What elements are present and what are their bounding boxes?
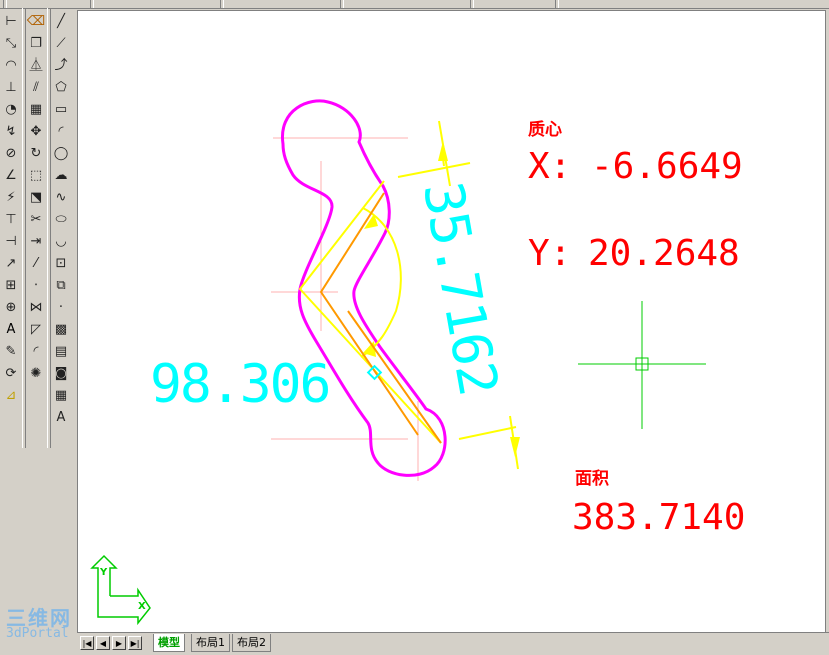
- spline-icon[interactable]: ∿: [51, 187, 71, 207]
- dim-diameter-icon[interactable]: ⊘: [1, 143, 21, 163]
- dim-jogged-icon[interactable]: ↯: [1, 121, 21, 141]
- modify-toolbar: ⌫ ❐ ⏅ ⫽ ▦ ✥ ↻ ⬚ ⬔ ✂ ⇥ ⁄ ⋅ ⋈ ◸ ◜ ✺: [25, 10, 47, 385]
- array-icon[interactable]: ▦: [26, 99, 46, 119]
- tab-model[interactable]: 模型: [153, 634, 185, 652]
- extend-icon[interactable]: ⇥: [26, 231, 46, 251]
- line-icon[interactable]: ╱: [51, 11, 71, 31]
- centroid-y-value: 20.2648: [588, 233, 740, 274]
- point-icon[interactable]: ·: [51, 297, 71, 317]
- break-icon[interactable]: ⁄: [26, 253, 46, 273]
- ellipse-icon[interactable]: ⬭: [51, 209, 71, 229]
- area-value: 383.7140: [572, 497, 746, 538]
- join-icon[interactable]: ⋈: [26, 297, 46, 317]
- dim-baseline-icon[interactable]: ⊤: [1, 209, 21, 229]
- ext-line: [458, 426, 517, 440]
- toolbar-separator: [340, 0, 344, 8]
- centroid-x-value: -6.6649: [591, 146, 743, 187]
- drawing-canvas[interactable]: 98.306 35.7162 Y X 质心 X: -6.6649 Y: 20.2…: [77, 10, 826, 633]
- dim-style-icon[interactable]: ⊿: [1, 385, 21, 405]
- area-title: 面积: [575, 469, 609, 489]
- mirror-icon[interactable]: ⏅: [26, 55, 46, 75]
- polygon-icon[interactable]: ⬠: [51, 77, 71, 97]
- table-icon[interactable]: ▦: [51, 385, 71, 405]
- tab-layout2[interactable]: 布局2: [232, 634, 271, 652]
- explode-icon[interactable]: ✺: [26, 363, 46, 383]
- vertical-scrollbar[interactable]: [825, 10, 829, 632]
- toolbar-separator: [3, 0, 7, 8]
- quick-dim-icon[interactable]: ⚡: [1, 187, 21, 207]
- ucs-y-label: Y: [100, 567, 108, 578]
- gradient-icon[interactable]: ▤: [51, 341, 71, 361]
- dim-continue-icon[interactable]: ⊣: [1, 231, 21, 251]
- arc-icon[interactable]: ◜: [51, 121, 71, 141]
- circle-icon[interactable]: ◯: [51, 143, 71, 163]
- inner-line: [347, 310, 442, 444]
- make-block-icon[interactable]: ⧉: [51, 275, 71, 295]
- dim-aligned-icon[interactable]: ⤡: [1, 33, 21, 53]
- polyline-icon[interactable]: ⤴: [51, 55, 71, 75]
- ellipse-arc-icon[interactable]: ◡: [51, 231, 71, 251]
- dim-text-edit-icon[interactable]: ✎: [1, 341, 21, 361]
- hatch-icon[interactable]: ▩: [51, 319, 71, 339]
- watermark-en: 3dPortal: [6, 626, 69, 641]
- crosshair-cursor: [578, 301, 706, 429]
- chamfer-icon[interactable]: ◸: [26, 319, 46, 339]
- dim-arc-icon[interactable]: ◠: [1, 55, 21, 75]
- toolbar-separator: [220, 0, 224, 8]
- trim-icon[interactable]: ✂: [26, 209, 46, 229]
- fillet-icon[interactable]: ◜: [26, 341, 46, 361]
- ucs-x-label: X: [138, 601, 146, 612]
- copy-icon[interactable]: ❐: [26, 33, 46, 53]
- dim-update-icon[interactable]: ⟳: [1, 363, 21, 383]
- prev-tab-button[interactable]: ◀: [96, 636, 110, 650]
- stretch-icon[interactable]: ⬔: [26, 187, 46, 207]
- qleader-icon[interactable]: ↗: [1, 253, 21, 273]
- part-profile[interactable]: [281, 99, 447, 477]
- move-icon[interactable]: ✥: [26, 121, 46, 141]
- rectangle-icon[interactable]: ▭: [51, 99, 71, 119]
- dim-edit-icon[interactable]: A: [1, 319, 21, 339]
- toolbar-separator: [90, 0, 94, 8]
- dim-angular-icon[interactable]: ∠: [1, 165, 21, 185]
- dim-radius-icon[interactable]: ◔: [1, 99, 21, 119]
- multiline-text-icon[interactable]: A: [51, 407, 71, 427]
- dimension-toolbar: ⊢ ⤡ ◠ ⊥ ◔ ↯ ⊘ ∠ ⚡ ⊤ ⊣ ↗ ⊞ ⊕ A ✎ ⟳ ⊿: [0, 10, 22, 407]
- centroid-title: 质心: [528, 120, 562, 140]
- scale-icon[interactable]: ⬚: [26, 165, 46, 185]
- arrowhead: [510, 437, 520, 457]
- construction-line-icon[interactable]: ⟋: [51, 33, 71, 53]
- centroid-y-label: Y:: [528, 233, 572, 274]
- insert-block-icon[interactable]: ⊡: [51, 253, 71, 273]
- centroid-x-label: X:: [528, 146, 572, 187]
- dim-ordinate-icon[interactable]: ⊥: [1, 77, 21, 97]
- erase-icon[interactable]: ⌫: [26, 11, 46, 31]
- layout-tab-bar: |◀ ◀ ▶ ▶| 模型 布局1 布局2: [77, 632, 829, 655]
- break-at-point-icon[interactable]: ⋅: [26, 275, 46, 295]
- region-icon[interactable]: ◙: [51, 363, 71, 383]
- toolbar-separator: [555, 0, 559, 8]
- tab-layout1[interactable]: 布局1: [191, 634, 230, 652]
- angular-dimension-text[interactable]: 98.306: [150, 358, 331, 411]
- tolerance-icon[interactable]: ⊞: [1, 275, 21, 295]
- top-toolbar-strip: [0, 0, 829, 9]
- revision-cloud-icon[interactable]: ☁: [51, 165, 71, 185]
- first-tab-button[interactable]: |◀: [80, 636, 94, 650]
- offset-icon[interactable]: ⫽: [26, 77, 46, 97]
- draw-toolbar: ╱ ⟋ ⤴ ⬠ ▭ ◜ ◯ ☁ ∿ ⬭ ◡ ⊡ ⧉ · ▩ ▤ ◙ ▦ A: [50, 10, 72, 429]
- dim-linear-icon[interactable]: ⊢: [1, 11, 21, 31]
- center-mark-icon[interactable]: ⊕: [1, 297, 21, 317]
- rotate-icon[interactable]: ↻: [26, 143, 46, 163]
- toolbar-separator: [470, 0, 474, 8]
- last-tab-button[interactable]: ▶|: [128, 636, 142, 650]
- angle-arc: [360, 207, 402, 358]
- inner-polyline: [319, 192, 419, 436]
- next-tab-button[interactable]: ▶: [112, 636, 126, 650]
- site-watermark: 三维网 3dPortal: [6, 602, 86, 648]
